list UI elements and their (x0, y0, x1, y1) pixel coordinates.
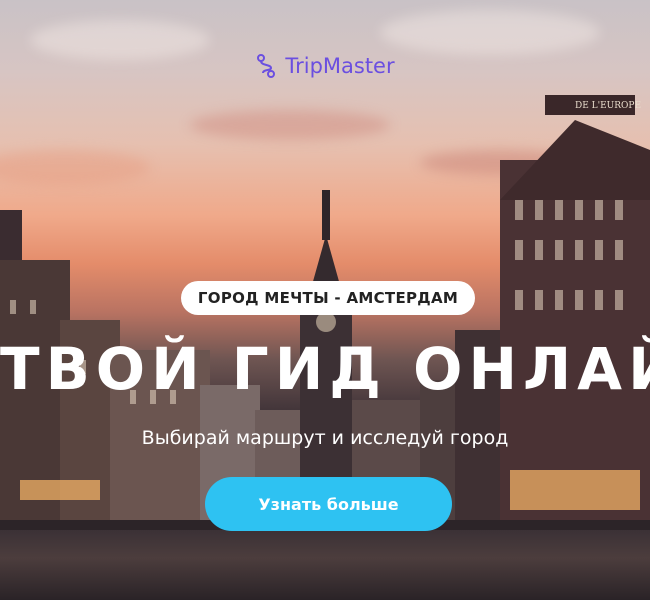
learn-more-button[interactable]: Узнать больше (205, 477, 452, 531)
city-badge: ГОРОД МЕЧТЫ - АМСТЕРДАМ (181, 281, 475, 315)
hero-subtitle: Выбирай маршрут и исследуй город (141, 427, 509, 449)
hero-headline: ТВОЙ ГИД ОНЛАЙН (0, 333, 650, 405)
hero-headline-text: ТВОЙ ГИД ОНЛАЙН (0, 335, 650, 403)
route-icon (257, 54, 276, 78)
canal-water (0, 530, 650, 600)
building-sign: DE L'EUROPE (575, 101, 641, 111)
brand-logo[interactable]: TripMaster (0, 54, 650, 78)
brand-name: TripMaster (285, 54, 395, 78)
